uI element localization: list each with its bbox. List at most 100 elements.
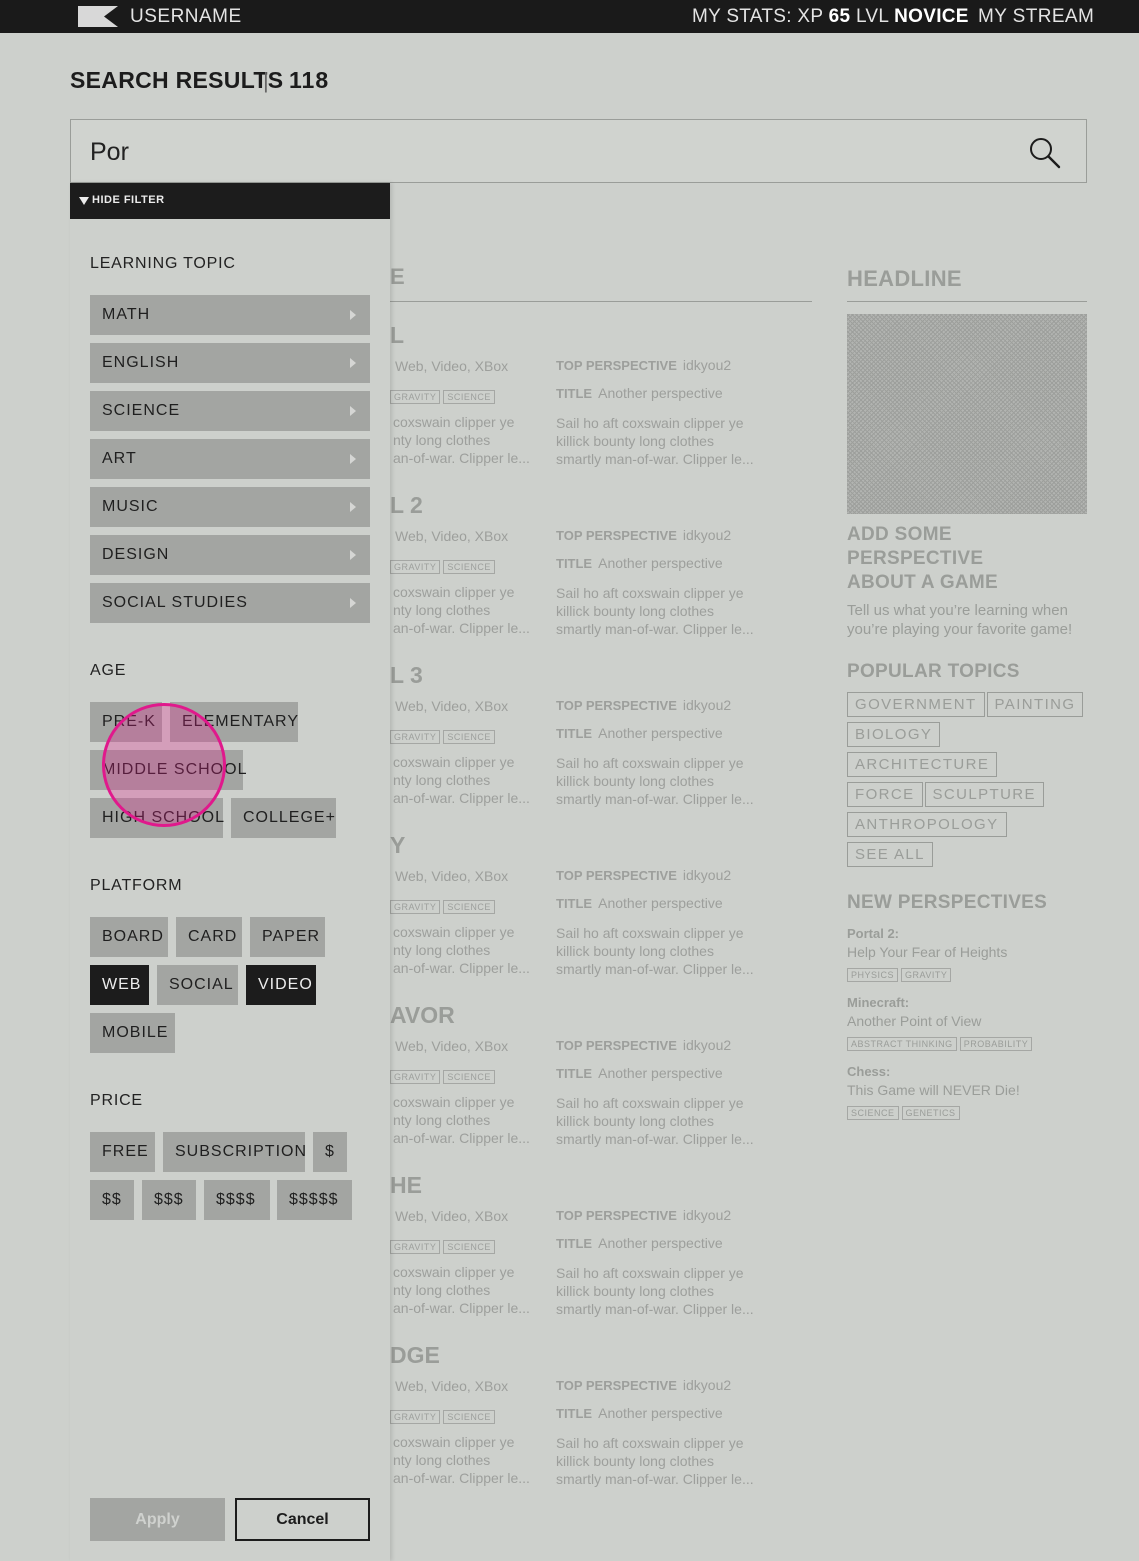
tag-badge[interactable]: GRAVITY <box>901 968 952 982</box>
popular-topic-tag[interactable]: ANTHROPOLOGY <box>847 812 1007 837</box>
top-perspective[interactable]: TOP PERSPECTIVE idkyou2 <box>556 357 731 373</box>
game-title[interactable]: L 3 <box>390 662 423 689</box>
perspective-title[interactable]: TITLE Another perspective <box>556 725 723 741</box>
username-link[interactable]: USERNAME <box>130 6 242 28</box>
result-row[interactable]: Y Web, Video, XBox GRAVITY SCIENCE coxswain … <box>390 832 830 1002</box>
tag-badge[interactable]: GRAVITY <box>390 1410 441 1424</box>
platform-chip[interactable]: SOCIAL <box>157 965 238 1005</box>
platform-chip[interactable]: BOARD <box>90 917 168 957</box>
topic-science[interactable]: SCIENCE <box>90 391 370 431</box>
tag-badge[interactable]: SCIENCE <box>443 1240 495 1254</box>
perspective-title[interactable]: This Game will NEVER Die! <box>847 1082 1087 1098</box>
platform-chip[interactable]: MOBILE <box>90 1013 175 1053</box>
perspective-user[interactable]: idkyou2 <box>683 697 731 713</box>
result-row[interactable]: L Web, Video, XBox GRAVITY SCIENCE coxswain … <box>390 322 830 492</box>
headline-image[interactable] <box>847 314 1087 514</box>
tag-badge[interactable]: GRAVITY <box>390 390 441 404</box>
game-title[interactable]: L 2 <box>390 492 423 519</box>
result-row[interactable]: DGE Web, Video, XBox GRAVITY SCIENCE coxswai… <box>390 1342 830 1512</box>
price-chip[interactable]: FREE <box>90 1132 155 1172</box>
my-stats[interactable]: MY STATS: XP 65 LVL NOVICE <box>692 6 969 28</box>
hide-filter-toggle[interactable]: HIDE FILTER <box>70 183 390 219</box>
perspective-title[interactable]: TITLE Another perspective <box>556 895 723 911</box>
platform-chip[interactable]: PAPER <box>250 917 325 957</box>
cta-title[interactable]: ADD SOME PERSPECTIVE ABOUT A GAME <box>847 523 1087 595</box>
perspective-title[interactable]: TITLE Another perspective <box>556 1235 723 1251</box>
price-chip[interactable]: $$ <box>90 1180 134 1220</box>
tag-badge[interactable]: GRAVITY <box>390 900 441 914</box>
price-chip[interactable]: $ <box>313 1132 347 1172</box>
topic-math[interactable]: MATH <box>90 295 370 335</box>
top-perspective[interactable]: TOP PERSPECTIVE idkyou2 <box>556 1207 731 1223</box>
age-chip[interactable]: COLLEGE+ <box>231 798 336 838</box>
search-input[interactable] <box>90 134 990 170</box>
perspective-user[interactable]: idkyou2 <box>683 1037 731 1053</box>
top-perspective[interactable]: TOP PERSPECTIVE idkyou2 <box>556 527 731 543</box>
top-perspective[interactable]: TOP PERSPECTIVE idkyou2 <box>556 697 731 713</box>
perspective-title[interactable]: Another Point of View <box>847 1013 1087 1029</box>
perspective-user[interactable]: idkyou2 <box>683 357 731 373</box>
perspective-title[interactable]: Help Your Fear of Heights <box>847 944 1087 960</box>
tag-badge[interactable]: SCIENCE <box>443 1070 495 1084</box>
perspective-title[interactable]: TITLE Another perspective <box>556 385 723 401</box>
platform-chip[interactable]: WEB <box>90 965 149 1005</box>
game-title[interactable]: AVOR <box>390 1002 455 1029</box>
topic-english[interactable]: ENGLISH <box>90 343 370 383</box>
top-perspective[interactable]: TOP PERSPECTIVE idkyou2 <box>556 1037 731 1053</box>
perspective-title[interactable]: TITLE Another perspective <box>556 555 723 571</box>
new-perspective-item[interactable]: Minecraft: Another Point of View ABSTRACT … <box>847 995 1087 1052</box>
perspective-game[interactable]: Minecraft: <box>847 995 1087 1010</box>
topic-social-studies[interactable]: SOCIAL STUDIES <box>90 583 370 623</box>
price-chip[interactable]: $$$ <box>142 1180 196 1220</box>
perspective-user[interactable]: idkyou2 <box>683 867 731 883</box>
game-title[interactable]: Y <box>390 832 405 859</box>
popular-topic-tag[interactable]: PAINTING <box>986 692 1084 717</box>
platform-chip[interactable]: CARD <box>176 917 242 957</box>
top-perspective[interactable]: TOP PERSPECTIVE idkyou2 <box>556 867 731 883</box>
tag-badge[interactable]: GRAVITY <box>390 730 441 744</box>
perspective-user[interactable]: idkyou2 <box>683 1377 731 1393</box>
topic-art[interactable]: ART <box>90 439 370 479</box>
tag-badge[interactable]: SCIENCE <box>443 730 495 744</box>
tag-badge[interactable]: GRAVITY <box>390 1240 441 1254</box>
tag-badge[interactable]: SCIENCE <box>847 1106 899 1120</box>
new-perspective-item[interactable]: Portal 2: Help Your Fear of Heights PHYSIC… <box>847 926 1087 983</box>
topic-music[interactable]: MUSIC <box>90 487 370 527</box>
top-perspective[interactable]: TOP PERSPECTIVE idkyou2 <box>556 1377 731 1393</box>
popular-topic-tag[interactable]: SCULPTURE <box>924 782 1044 807</box>
price-chip[interactable]: SUBSCRIPTION <box>163 1132 306 1172</box>
tag-badge[interactable]: SCIENCE <box>443 900 495 914</box>
game-title[interactable]: DGE <box>390 1342 440 1369</box>
tag-badge[interactable]: SCIENCE <box>443 1410 495 1424</box>
tag-badge[interactable]: GENETICS <box>901 1106 960 1120</box>
game-title[interactable]: L <box>390 322 404 349</box>
popular-topic-tag[interactable]: GOVERNMENT <box>847 692 985 717</box>
tag-badge[interactable]: PROBABILITY <box>959 1037 1033 1051</box>
platform-chip[interactable]: VIDEO <box>246 965 316 1005</box>
popular-topic-tag[interactable]: SEE ALL <box>847 842 933 867</box>
result-row[interactable]: L 3 Web, Video, XBox GRAVITY SCIENCE coxswai… <box>390 662 830 832</box>
price-chip[interactable]: $$$$$ <box>277 1180 352 1220</box>
perspective-title[interactable]: TITLE Another perspective <box>556 1065 723 1081</box>
logo-icon[interactable] <box>78 6 118 27</box>
result-row[interactable]: L 2 Web, Video, XBox GRAVITY SCIENCE coxswai… <box>390 492 830 662</box>
perspective-user[interactable]: idkyou2 <box>683 1207 731 1223</box>
perspective-user[interactable]: idkyou2 <box>683 527 731 543</box>
perspective-game[interactable]: Portal 2: <box>847 926 1087 941</box>
cancel-button[interactable]: Cancel <box>235 1498 370 1541</box>
new-perspective-item[interactable]: Chess: This Game will NEVER Die! SCIENCE GE… <box>847 1064 1087 1121</box>
tag-badge[interactable]: GRAVITY <box>390 560 441 574</box>
tag-badge[interactable]: ABSTRACT THINKING <box>847 1037 957 1051</box>
perspective-game[interactable]: Chess: <box>847 1064 1087 1079</box>
topic-design[interactable]: DESIGN <box>90 535 370 575</box>
popular-topic-tag[interactable]: BIOLOGY <box>847 722 941 747</box>
search-icon[interactable] <box>1028 136 1062 170</box>
popular-topic-tag[interactable]: FORCE <box>847 782 923 807</box>
result-row[interactable]: HE Web, Video, XBox GRAVITY SCIENCE coxswain… <box>390 1172 830 1342</box>
perspective-title[interactable]: TITLE Another perspective <box>556 1405 723 1421</box>
popular-topic-tag[interactable]: ARCHITECTURE <box>847 752 998 777</box>
tag-badge[interactable]: SCIENCE <box>443 560 495 574</box>
game-title[interactable]: HE <box>390 1172 422 1199</box>
my-stream-link[interactable]: MY STREAM <box>978 6 1094 28</box>
tag-badge[interactable]: GRAVITY <box>390 1070 441 1084</box>
